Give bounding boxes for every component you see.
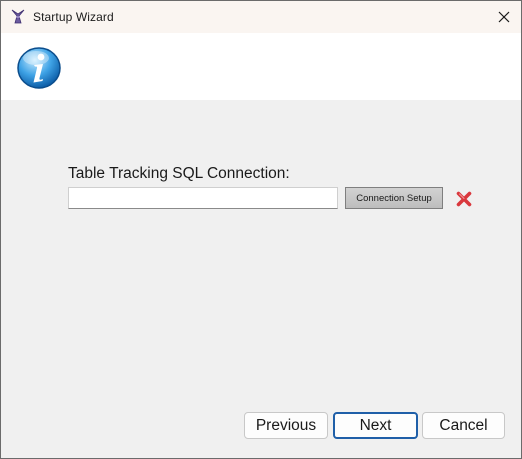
connection-setup-button[interactable]: Connection Setup [345, 187, 443, 209]
sql-connection-input[interactable] [68, 187, 338, 209]
wizard-header [1, 33, 521, 100]
close-icon[interactable] [493, 7, 515, 27]
red-x-icon[interactable] [455, 190, 473, 208]
cancel-button[interactable]: Cancel [422, 412, 505, 439]
connection-label: Table Tracking SQL Connection: [68, 165, 290, 182]
startup-wizard-window: Startup Wizard Table Tracking SQL Connec… [0, 0, 522, 459]
info-icon [17, 47, 61, 89]
title-bar[interactable]: Startup Wizard [1, 1, 521, 33]
wizard-hat-icon [11, 9, 25, 24]
previous-button[interactable]: Previous [244, 412, 328, 439]
next-button[interactable]: Next [333, 412, 418, 439]
window-title: Startup Wizard [33, 10, 114, 24]
